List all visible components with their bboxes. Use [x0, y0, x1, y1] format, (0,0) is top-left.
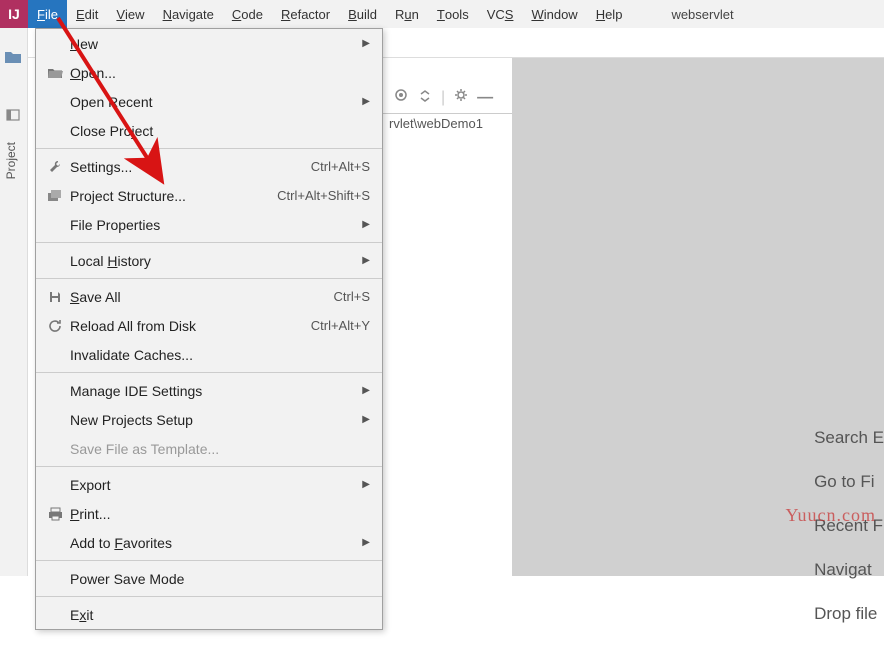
menu-item-label: Power Save Mode [66, 571, 370, 587]
watermark: Yuucn.com [786, 505, 876, 526]
menubar: IJ FileEditViewNavigateCodeRefactorBuild… [0, 0, 884, 28]
file-path: rvlet\webDemo1 [383, 114, 489, 133]
menu-item-label: Print... [66, 506, 370, 522]
hide-icon[interactable]: — [477, 89, 493, 107]
submenu-arrow-icon: ▶ [362, 255, 370, 266]
menu-edit[interactable]: Edit [67, 0, 107, 28]
menu-item-open-recent[interactable]: Open Recent ▶ [36, 87, 382, 116]
menu-item-save-all[interactable]: Save AllCtrl+S [36, 282, 382, 311]
menu-item-label: Open Recent [66, 94, 354, 110]
menu-item-export[interactable]: Export ▶ [36, 470, 382, 499]
editor-background: Search EGo to FiRecent FNavigatDrop file [512, 58, 884, 576]
select-opened-file-icon[interactable] [393, 87, 409, 108]
menu-item-label: Save All [66, 289, 334, 305]
menu-item-invalidate-caches[interactable]: Invalidate Caches... [36, 340, 382, 369]
menu-item-label: Invalidate Caches... [66, 347, 370, 363]
wrench-icon [44, 159, 66, 174]
menu-run[interactable]: Run [386, 0, 428, 28]
menu-vcs[interactable]: VCS [478, 0, 523, 28]
editor-hints: Search EGo to FiRecent FNavigatDrop file [814, 428, 884, 648]
reload-icon [44, 318, 66, 333]
menu-item-new[interactable]: New ▶ [36, 29, 382, 58]
menu-build[interactable]: Build [339, 0, 386, 28]
menu-item-close-project[interactable]: Close Project [36, 116, 382, 145]
left-gutter: Project [0, 28, 28, 576]
menu-item-label: Close Project [66, 123, 370, 139]
menu-shortcut: Ctrl+Alt+Shift+S [277, 188, 370, 203]
project-tool-icon[interactable] [6, 108, 20, 127]
submenu-arrow-icon: ▶ [362, 414, 370, 425]
menu-item-label: Export [66, 477, 354, 493]
menu-file[interactable]: File [28, 0, 67, 28]
menu-separator [36, 148, 382, 149]
menu-code[interactable]: Code [223, 0, 272, 28]
menu-item-print[interactable]: Print... [36, 499, 382, 528]
menu-item-power-save-mode[interactable]: Power Save Mode [36, 564, 382, 593]
menu-item-label: Open... [66, 65, 370, 81]
print-icon [44, 507, 66, 521]
menu-item-label: Add to Favorites [66, 535, 354, 551]
project-tool-window-tab[interactable]: Project [2, 138, 20, 183]
menu-window[interactable]: Window [522, 0, 586, 28]
folder-open-icon [44, 66, 66, 80]
menu-item-add-to-favorites[interactable]: Add to Favorites ▶ [36, 528, 382, 557]
menu-help[interactable]: Help [587, 0, 632, 28]
hint-text: Navigat [814, 560, 884, 580]
hint-text: Drop file [814, 604, 884, 624]
menu-item-local-history[interactable]: Local History ▶ [36, 246, 382, 275]
menu-item-manage-ide-settings[interactable]: Manage IDE Settings ▶ [36, 376, 382, 405]
menu-item-label: New Projects Setup [66, 412, 354, 428]
menu-item-file-properties[interactable]: File Properties ▶ [36, 210, 382, 239]
save-icon [44, 290, 66, 304]
menu-item-reload-all-from-disk[interactable]: Reload All from DiskCtrl+Alt+Y [36, 311, 382, 340]
menu-item-label: Manage IDE Settings [66, 383, 354, 399]
project-name: webservlet [671, 7, 733, 22]
menu-tools[interactable]: Tools [428, 0, 478, 28]
menu-separator [36, 466, 382, 467]
hint-text: Search E [814, 428, 884, 448]
menu-item-save-file-as-template: Save File as Template... [36, 434, 382, 463]
submenu-arrow-icon: ▶ [362, 385, 370, 396]
menu-item-label: File Properties [66, 217, 354, 233]
menu-item-label: Reload All from Disk [66, 318, 311, 334]
menu-item-project-structure[interactable]: Project Structure...Ctrl+Alt+Shift+S [36, 181, 382, 210]
submenu-arrow-icon: ▶ [362, 537, 370, 548]
hint-text: Go to Fi [814, 472, 884, 492]
expand-all-icon[interactable] [417, 87, 433, 108]
menu-item-label: Exit [66, 607, 370, 623]
menu-navigate[interactable]: Navigate [154, 0, 223, 28]
menu-item-label: Project Structure... [66, 188, 277, 204]
file-menu-dropdown: New ▶ Open... Open Recent ▶ Close Project Sett… [35, 28, 383, 630]
submenu-arrow-icon: ▶ [362, 38, 370, 49]
menu-item-open[interactable]: Open... [36, 58, 382, 87]
app-logo: IJ [0, 0, 28, 28]
submenu-arrow-icon: ▶ [362, 479, 370, 490]
submenu-arrow-icon: ▶ [362, 96, 370, 107]
menu-item-new-projects-setup[interactable]: New Projects Setup ▶ [36, 405, 382, 434]
menu-item-label: Settings... [66, 159, 311, 175]
menu-separator [36, 278, 382, 279]
menu-item-label: Save File as Template... [66, 441, 370, 457]
menu-separator [36, 596, 382, 597]
menu-item-label: Local History [66, 253, 354, 269]
submenu-arrow-icon: ▶ [362, 219, 370, 230]
menu-separator [36, 372, 382, 373]
settings-gear-icon[interactable] [453, 87, 469, 108]
folders-icon [44, 189, 66, 203]
menu-view[interactable]: View [107, 0, 153, 28]
menu-shortcut: Ctrl+Alt+Y [311, 318, 370, 333]
menu-separator [36, 560, 382, 561]
menu-item-exit[interactable]: Exit [36, 600, 382, 629]
editor-toolbar: | — [383, 82, 513, 114]
menu-shortcut: Ctrl+S [334, 289, 370, 304]
menu-item-settings[interactable]: Settings...Ctrl+Alt+S [36, 152, 382, 181]
menu-shortcut: Ctrl+Alt+S [311, 159, 370, 174]
menu-refactor[interactable]: Refactor [272, 0, 339, 28]
project-folder-icon[interactable] [4, 50, 22, 69]
menu-separator [36, 242, 382, 243]
menu-item-label: New [66, 36, 354, 52]
